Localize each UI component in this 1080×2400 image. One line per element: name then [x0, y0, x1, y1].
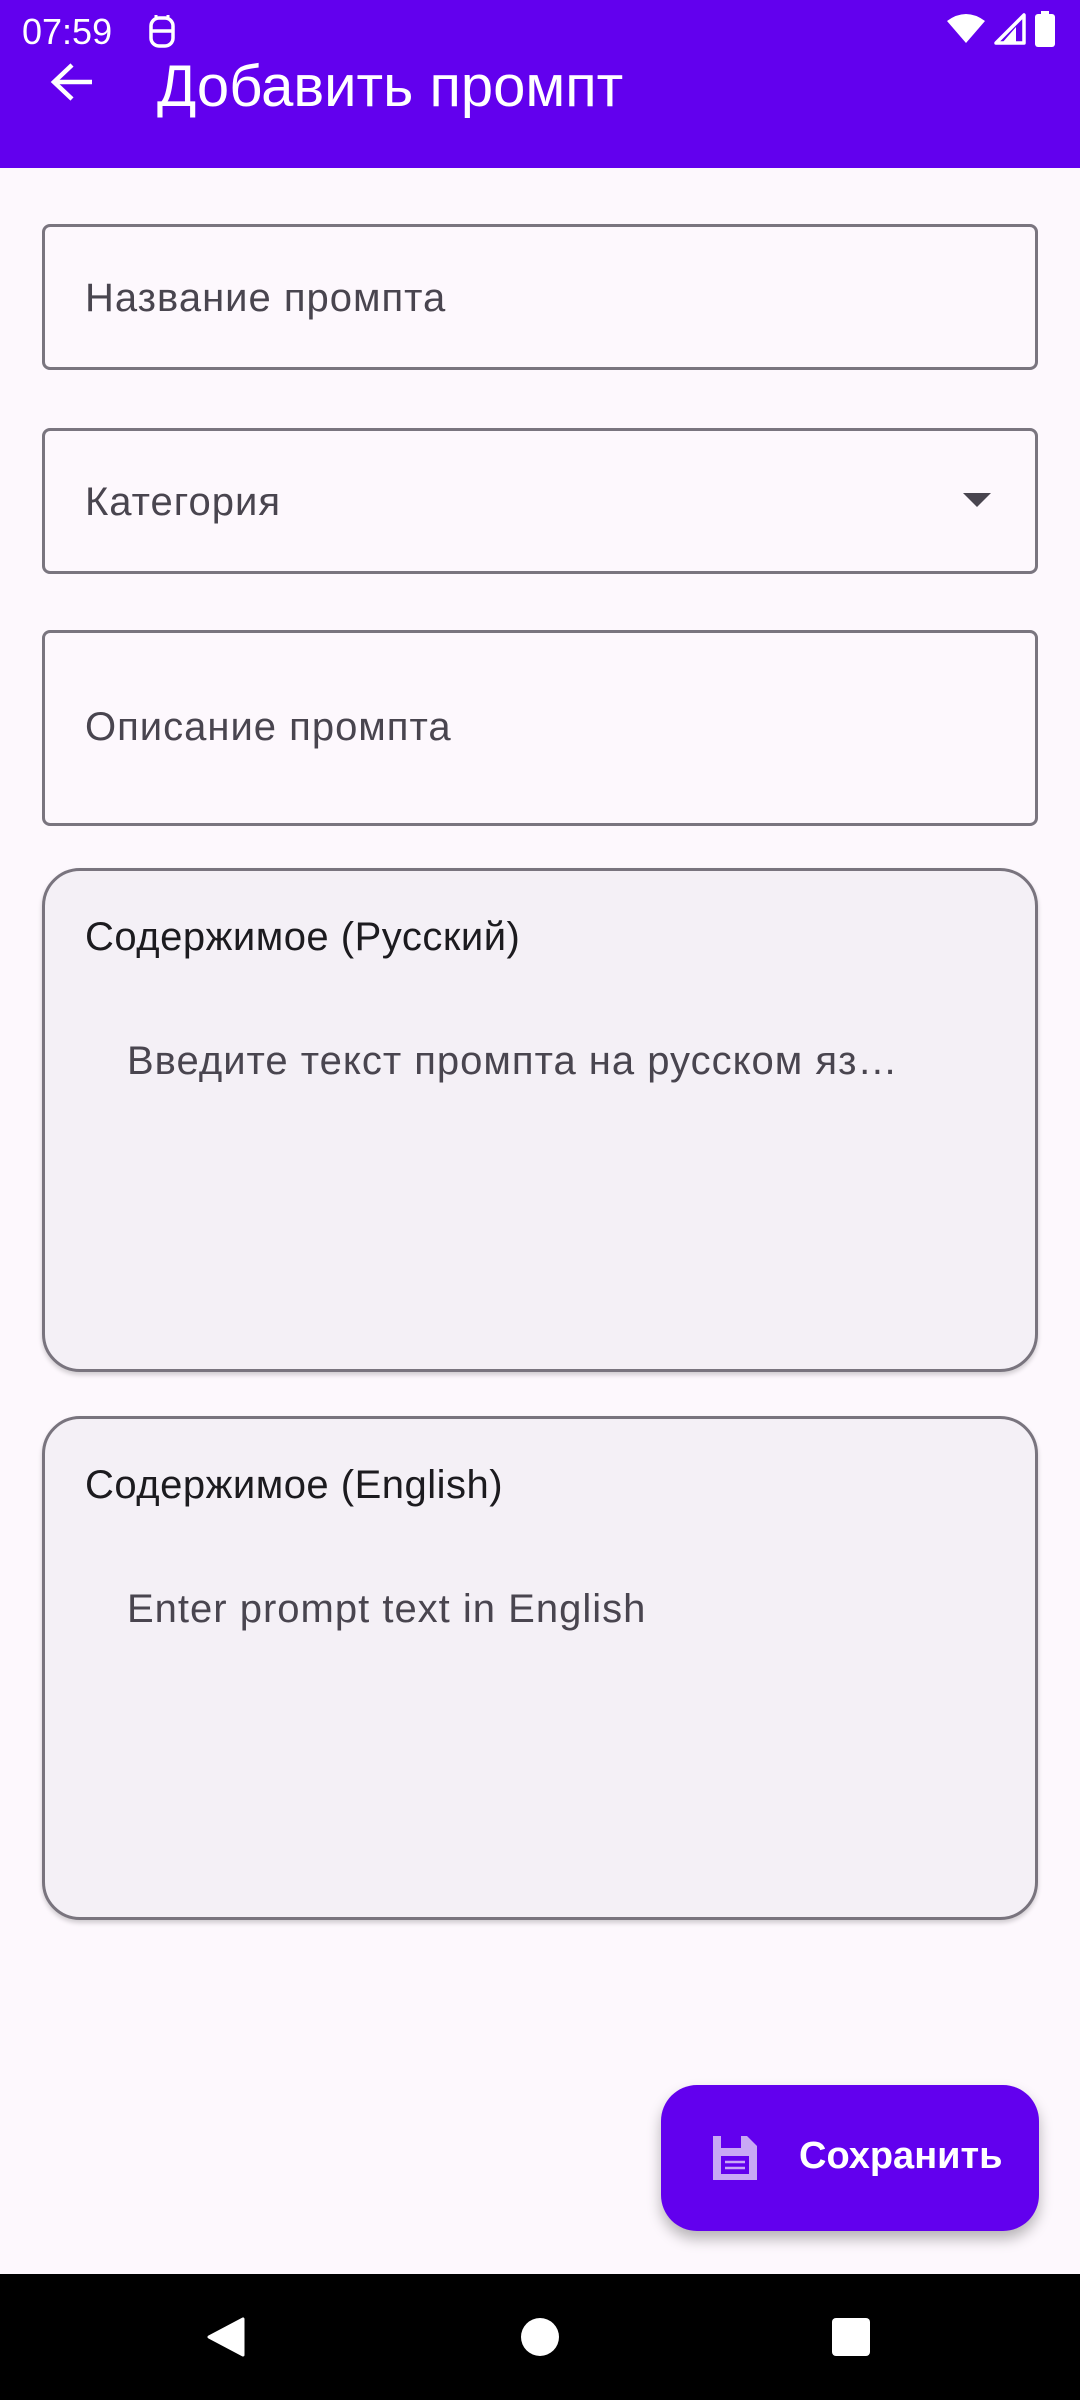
save-button[interactable]: Сохранить	[661, 2085, 1039, 2231]
system-nav-bar	[0, 2274, 1080, 2400]
signal-icon	[994, 13, 1026, 49]
home-icon	[518, 2315, 562, 2363]
app-bar: 07:59 Добавить промпт	[0, 0, 1080, 168]
prompt-name-placeholder: Название промпта	[85, 276, 447, 320]
content-en-input[interactable]: Enter prompt text in English	[85, 1539, 995, 1879]
content-ru-title: Содержимое (Русский)	[85, 915, 521, 959]
status-time: 07:59	[22, 11, 113, 52]
nav-home-button[interactable]	[495, 2294, 585, 2384]
status-icons	[946, 11, 1056, 51]
prompt-description-field[interactable]: Описание промпта	[42, 630, 1038, 826]
back-icon	[203, 2315, 247, 2363]
arrow-back-icon	[50, 62, 94, 106]
recents-icon	[829, 2315, 873, 2363]
nav-recents-button[interactable]	[806, 2294, 896, 2384]
content-en-placeholder: Enter prompt text in English	[127, 1587, 647, 1631]
content-en-title: Содержимое (English)	[85, 1463, 504, 1507]
prompt-description-placeholder: Описание промпта	[85, 705, 452, 749]
save-button-label: Сохранить	[799, 2135, 1003, 2177]
battery-icon	[1034, 11, 1056, 51]
save-icon	[709, 2132, 761, 2184]
back-button[interactable]	[30, 52, 114, 116]
nav-back-button[interactable]	[180, 2294, 270, 2384]
content-ru-card: Содержимое (Русский) Введите текст промп…	[42, 868, 1038, 1372]
content-ru-placeholder: Введите текст промпта на русском яз…	[127, 1039, 899, 1083]
wifi-icon	[946, 13, 986, 49]
category-dropdown[interactable]: Категория	[42, 428, 1038, 574]
notification-app-icon	[144, 12, 180, 50]
prompt-name-field[interactable]: Название промпта	[42, 224, 1038, 370]
dropdown-arrow-icon	[963, 493, 991, 507]
screen-title: Добавить промпт	[157, 54, 624, 119]
content-en-card: Содержимое (English) Enter prompt text i…	[42, 1416, 1038, 1920]
content-ru-input[interactable]: Введите текст промпта на русском яз…	[85, 991, 995, 1331]
category-placeholder: Категория	[85, 480, 281, 524]
